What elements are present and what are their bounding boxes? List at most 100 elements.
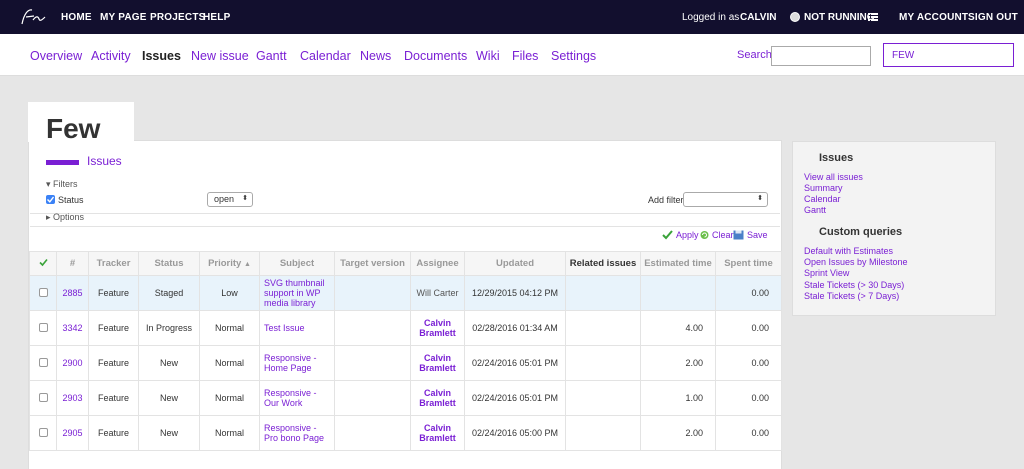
- row-checkbox[interactable]: [29, 275, 57, 311]
- assignee-link[interactable]: Calvin Bramlett: [410, 380, 465, 416]
- query-link-sprint-view[interactable]: Sprint View: [804, 268, 849, 278]
- subject-link[interactable]: SVG thumbnail support in WP media librar…: [259, 275, 335, 311]
- tab-wiki[interactable]: Wiki: [476, 49, 500, 63]
- apply-button[interactable]: Apply: [676, 230, 699, 240]
- status-operator-select[interactable]: open ⬍: [207, 192, 253, 207]
- nav-help[interactable]: HELP: [203, 12, 230, 23]
- tab-activity[interactable]: Activity: [91, 49, 131, 63]
- assignee-link[interactable]: Calvin Bramlett: [410, 310, 465, 346]
- search-input[interactable]: [771, 46, 871, 66]
- issue-id-link[interactable]: 2905: [56, 415, 89, 451]
- col-spent-time[interactable]: Spent time: [715, 251, 782, 276]
- nav-my-page[interactable]: MY PAGE: [100, 12, 147, 23]
- col-estimated-time[interactable]: Estimated time: [640, 251, 716, 276]
- col-id[interactable]: #: [56, 251, 89, 276]
- assignee-link[interactable]: Calvin Bramlett: [410, 415, 465, 451]
- filters-toggle[interactable]: ▾ Filters: [46, 179, 78, 190]
- tab-new-issue[interactable]: New issue: [191, 49, 249, 63]
- sign-out-link[interactable]: SIGN OUT: [968, 12, 1018, 23]
- issue-id-link[interactable]: 2885: [56, 275, 89, 311]
- tab-issues[interactable]: Issues: [142, 49, 181, 63]
- sidebar-link-summary[interactable]: Summary: [804, 183, 843, 193]
- sidebar-link-view-all-issues[interactable]: View all issues: [804, 172, 863, 182]
- sidebar: Issues View all issues Summary Calendar …: [792, 141, 996, 316]
- page-title: Few: [46, 113, 101, 144]
- tab-documents[interactable]: Documents: [404, 49, 467, 63]
- sort-asc-icon: ▲: [243, 261, 251, 268]
- target-version-cell: [334, 380, 411, 416]
- col-status[interactable]: Status: [138, 251, 200, 276]
- divider: [30, 213, 780, 214]
- issue-id-link[interactable]: 2903: [56, 380, 89, 416]
- query-link-open-issues-by-milestone[interactable]: Open Issues by Milestone: [804, 257, 908, 267]
- status-filter-checkbox[interactable]: [46, 195, 55, 204]
- table-row[interactable]: 2885 Feature Staged Low SVG thumbnail su…: [29, 275, 782, 311]
- status-cell: Staged: [138, 275, 200, 311]
- subject-link[interactable]: Test Issue: [259, 310, 335, 346]
- col-assignee[interactable]: Assignee: [410, 251, 465, 276]
- logo-icon[interactable]: [18, 6, 48, 28]
- project-jump-box[interactable]: FEW: [883, 43, 1014, 67]
- issue-id-link[interactable]: 2900: [56, 345, 89, 381]
- apply-check-icon[interactable]: [662, 230, 673, 240]
- updated-cell: 12/29/2015 04:12 PM: [464, 275, 566, 311]
- select-all-toggle[interactable]: [29, 251, 57, 276]
- col-target-version[interactable]: Target version: [334, 251, 411, 276]
- clear-reload-icon[interactable]: [699, 230, 710, 240]
- tab-files[interactable]: Files: [512, 49, 538, 63]
- target-version-cell: [334, 275, 411, 311]
- tab-news[interactable]: News: [360, 49, 391, 63]
- user-link[interactable]: CALVIN: [740, 12, 776, 23]
- save-button[interactable]: Save: [747, 230, 768, 240]
- tab-calendar[interactable]: Calendar: [300, 49, 351, 63]
- query-link-stale-30[interactable]: Stale Tickets (> 30 Days): [804, 280, 904, 290]
- checkmark-icon: [47, 196, 55, 203]
- table-row[interactable]: 2900 Feature New Normal Responsive - Hom…: [29, 345, 782, 381]
- subject-link[interactable]: Responsive - Home Page: [259, 345, 335, 381]
- table-row[interactable]: 2905 Feature New Normal Responsive - Pro…: [29, 415, 782, 451]
- related-issues-cell: [565, 310, 641, 346]
- add-filter-select[interactable]: ⬍: [683, 192, 768, 207]
- sidebar-link-calendar[interactable]: Calendar: [804, 194, 841, 204]
- save-disk-icon[interactable]: [733, 230, 744, 240]
- clear-button[interactable]: Clear: [712, 230, 734, 240]
- row-checkbox[interactable]: [29, 310, 57, 346]
- logged-in-label: Logged in as: [682, 12, 740, 23]
- nav-home[interactable]: HOME: [61, 12, 92, 23]
- my-account-link[interactable]: MY ACCOUNT: [899, 12, 968, 23]
- options-toggle[interactable]: ▸ Options: [46, 212, 84, 223]
- timer-status[interactable]: NOT RUNNING: [804, 12, 875, 23]
- target-version-cell: [334, 415, 411, 451]
- table-row[interactable]: 3342 Feature In Progress Normal Test Iss…: [29, 310, 782, 346]
- query-link-stale-7[interactable]: Stale Tickets (> 7 Days): [804, 291, 899, 301]
- tab-overview[interactable]: Overview: [30, 49, 82, 63]
- related-issues-cell: [565, 415, 641, 451]
- query-link-default-with-estimates[interactable]: Default with Estimates: [804, 246, 893, 256]
- table-row[interactable]: 2903 Feature New Normal Responsive - Our…: [29, 380, 782, 416]
- tracker-cell: Feature: [88, 275, 139, 311]
- issue-id-link[interactable]: 3342: [56, 310, 89, 346]
- filters-label: Filters: [53, 179, 78, 189]
- tracker-cell: Feature: [88, 380, 139, 416]
- nav-projects[interactable]: PROJECTS: [150, 12, 206, 23]
- section-accent-bar: [46, 160, 79, 165]
- row-checkbox[interactable]: [29, 345, 57, 381]
- assignee-link[interactable]: Calvin Bramlett: [410, 345, 465, 381]
- subject-link[interactable]: Responsive - Pro bono Page: [259, 415, 335, 451]
- tab-settings[interactable]: Settings: [551, 49, 596, 63]
- col-subject[interactable]: Subject: [259, 251, 335, 276]
- row-checkbox[interactable]: [29, 380, 57, 416]
- priority-cell: Normal: [199, 310, 260, 346]
- estimated-time-cell: 2.00: [640, 345, 716, 381]
- col-priority[interactable]: Priority ▲: [199, 251, 260, 276]
- col-tracker[interactable]: Tracker: [88, 251, 139, 276]
- row-checkbox[interactable]: [29, 415, 57, 451]
- list-icon[interactable]: [868, 13, 878, 21]
- related-issues-cell: [565, 345, 641, 381]
- subject-link[interactable]: Responsive - Our Work: [259, 380, 335, 416]
- assignee-cell: Will Carter: [410, 275, 465, 311]
- sidebar-issues-title: Issues: [819, 152, 854, 164]
- tab-gantt[interactable]: Gantt: [256, 49, 287, 63]
- col-updated[interactable]: Updated: [464, 251, 566, 276]
- sidebar-link-gantt[interactable]: Gantt: [804, 205, 826, 215]
